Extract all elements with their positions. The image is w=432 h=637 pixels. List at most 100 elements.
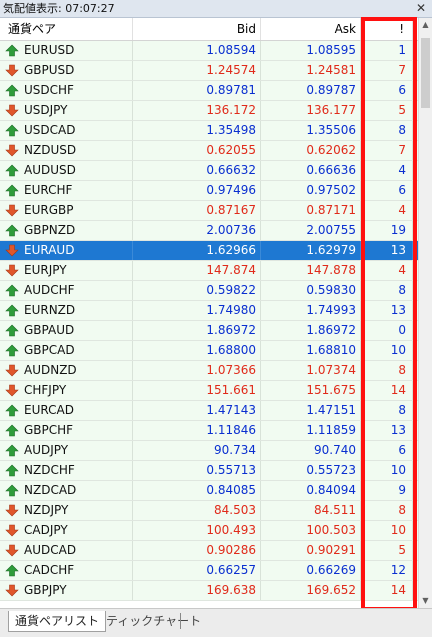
table-row[interactable]: EURNZD 1.74980 1.74993 13 [0,301,418,321]
bid-cell: 2.00736 [133,221,261,240]
symbol-cell: EURNZD [0,301,133,320]
bid-cell: 1.11846 [133,421,261,440]
bid-cell: 0.97496 [133,181,261,200]
table-row[interactable]: CHFJPY 151.661 151.675 14 [0,381,418,401]
ask-cell: 1.08595 [261,41,361,60]
ask-cell: 0.87171 [261,201,361,220]
symbol-cell: AUDCAD [0,541,133,560]
symbol-cell: GBPCAD [0,341,133,360]
column-header-ask[interactable]: Ask [261,18,361,40]
table-row[interactable]: AUDJPY 90.734 90.740 6 [0,441,418,461]
table-row[interactable]: AUDCAD 0.90286 0.90291 5 [0,541,418,561]
column-header-symbol[interactable]: 通貨ペア [0,18,133,40]
table-row[interactable]: GBPCHF 1.11846 1.11859 13 [0,421,418,441]
column-header-bid[interactable]: Bid [133,18,261,40]
table-row[interactable]: EURAUD 1.62966 1.62979 13 [0,241,418,261]
table-row[interactable]: CADJPY 100.493 100.503 10 [0,521,418,541]
bid-cell: 1.68800 [133,341,261,360]
symbol-cell: AUDNZD [0,361,133,380]
bid-cell: 0.90286 [133,541,261,560]
ask-cell: 1.11859 [261,421,361,440]
ask-cell: 147.878 [261,261,361,280]
ask-cell: 84.511 [261,501,361,520]
bid-cell: 0.66257 [133,561,261,580]
table-row[interactable]: GBPUSD 1.24574 1.24581 7 [0,61,418,81]
ask-cell: 0.66269 [261,561,361,580]
bid-cell: 147.874 [133,261,261,280]
ask-cell: 136.177 [261,101,361,120]
ask-cell: 0.55723 [261,461,361,480]
ask-cell: 100.503 [261,521,361,540]
table-header: 通貨ペア Bid Ask ! [0,18,418,41]
symbol-cell: NZDCHF [0,461,133,480]
bid-cell: 0.87167 [133,201,261,220]
ask-cell: 1.35506 [261,121,361,140]
bid-cell: 1.62966 [133,241,261,260]
symbol-cell: NZDUSD [0,141,133,160]
table-row[interactable]: NZDCHF 0.55713 0.55723 10 [0,461,418,481]
close-icon[interactable]: ✕ [414,1,428,15]
scroll-up-icon[interactable]: ▲ [419,18,432,32]
ask-cell: 1.47151 [261,401,361,420]
table-row[interactable]: AUDUSD 0.66632 0.66636 4 [0,161,418,181]
ask-cell: 0.84094 [261,481,361,500]
table-row[interactable]: EURUSD 1.08594 1.08595 1 [0,41,418,61]
tab-separator [180,613,181,629]
table-row[interactable]: EURJPY 147.874 147.878 4 [0,261,418,281]
table-row[interactable]: NZDJPY 84.503 84.511 8 [0,501,418,521]
symbol-cell: GBPUSD [0,61,133,80]
ask-cell: 1.24581 [261,61,361,80]
symbol-cell: USDJPY [0,101,133,120]
table-row[interactable]: USDJPY 136.172 136.177 5 [0,101,418,121]
bid-cell: 0.59822 [133,281,261,300]
table-row[interactable]: USDCHF 0.89781 0.89787 6 [0,81,418,101]
bid-cell: 1.35498 [133,121,261,140]
bid-cell: 151.661 [133,381,261,400]
table-row[interactable]: AUDCHF 0.59822 0.59830 8 [0,281,418,301]
table-row[interactable]: NZDCAD 0.84085 0.84094 9 [0,481,418,501]
table-row[interactable]: GBPAUD 1.86972 1.86972 0 [0,321,418,341]
tab-symbol-list[interactable]: 通貨ペアリスト [8,611,107,632]
scrollbar-thumb[interactable] [421,38,430,108]
symbol-cell: EURJPY [0,261,133,280]
ask-cell: 169.652 [261,581,361,600]
table-row[interactable]: EURCHF 0.97496 0.97502 6 [0,181,418,201]
table-row[interactable]: USDCAD 1.35498 1.35506 8 [0,121,418,141]
bid-cell: 1.74980 [133,301,261,320]
ask-cell: 0.97502 [261,181,361,200]
symbol-cell: USDCHF [0,81,133,100]
ask-cell: 151.675 [261,381,361,400]
table-row[interactable]: NZDUSD 0.62055 0.62062 7 [0,141,418,161]
ask-cell: 0.59830 [261,281,361,300]
table-row[interactable]: GBPCAD 1.68800 1.68810 10 [0,341,418,361]
ask-cell: 1.68810 [261,341,361,360]
table-row[interactable]: EURCAD 1.47143 1.47151 8 [0,401,418,421]
tab-tick-chart[interactable]: ティックチャート [100,611,207,631]
bid-cell: 1.08594 [133,41,261,60]
symbol-cell: USDCAD [0,121,133,140]
symbol-cell: EURGBP [0,201,133,220]
vertical-scrollbar[interactable]: ▲ ▼ [418,18,432,608]
window-title: 気配値表示: 07:07:27 [3,2,115,15]
scroll-down-icon[interactable]: ▼ [419,594,432,608]
spread-column-highlight [361,17,417,611]
table-row[interactable]: CADCHF 0.66257 0.66269 12 [0,561,418,581]
ask-cell: 1.86972 [261,321,361,340]
ask-cell: 1.62979 [261,241,361,260]
bid-cell: 169.638 [133,581,261,600]
ask-cell: 1.07374 [261,361,361,380]
symbol-cell: AUDJPY [0,441,133,460]
table-row[interactable]: GBPNZD 2.00736 2.00755 19 [0,221,418,241]
symbol-cell: EURUSD [0,41,133,60]
symbol-cell: CHFJPY [0,381,133,400]
table-row[interactable]: AUDNZD 1.07366 1.07374 8 [0,361,418,381]
table-row[interactable]: GBPJPY 169.638 169.652 14 [0,581,418,601]
table-row[interactable]: EURGBP 0.87167 0.87171 4 [0,201,418,221]
ask-cell: 0.62062 [261,141,361,160]
bid-cell: 0.55713 [133,461,261,480]
symbol-cell: EURCAD [0,401,133,420]
bottom-tabs: 通貨ペアリスト ティックチャート [0,608,432,637]
ask-cell: 1.74993 [261,301,361,320]
window-titlebar: 気配値表示: 07:07:27 ✕ [0,0,432,18]
symbol-cell: AUDUSD [0,161,133,180]
